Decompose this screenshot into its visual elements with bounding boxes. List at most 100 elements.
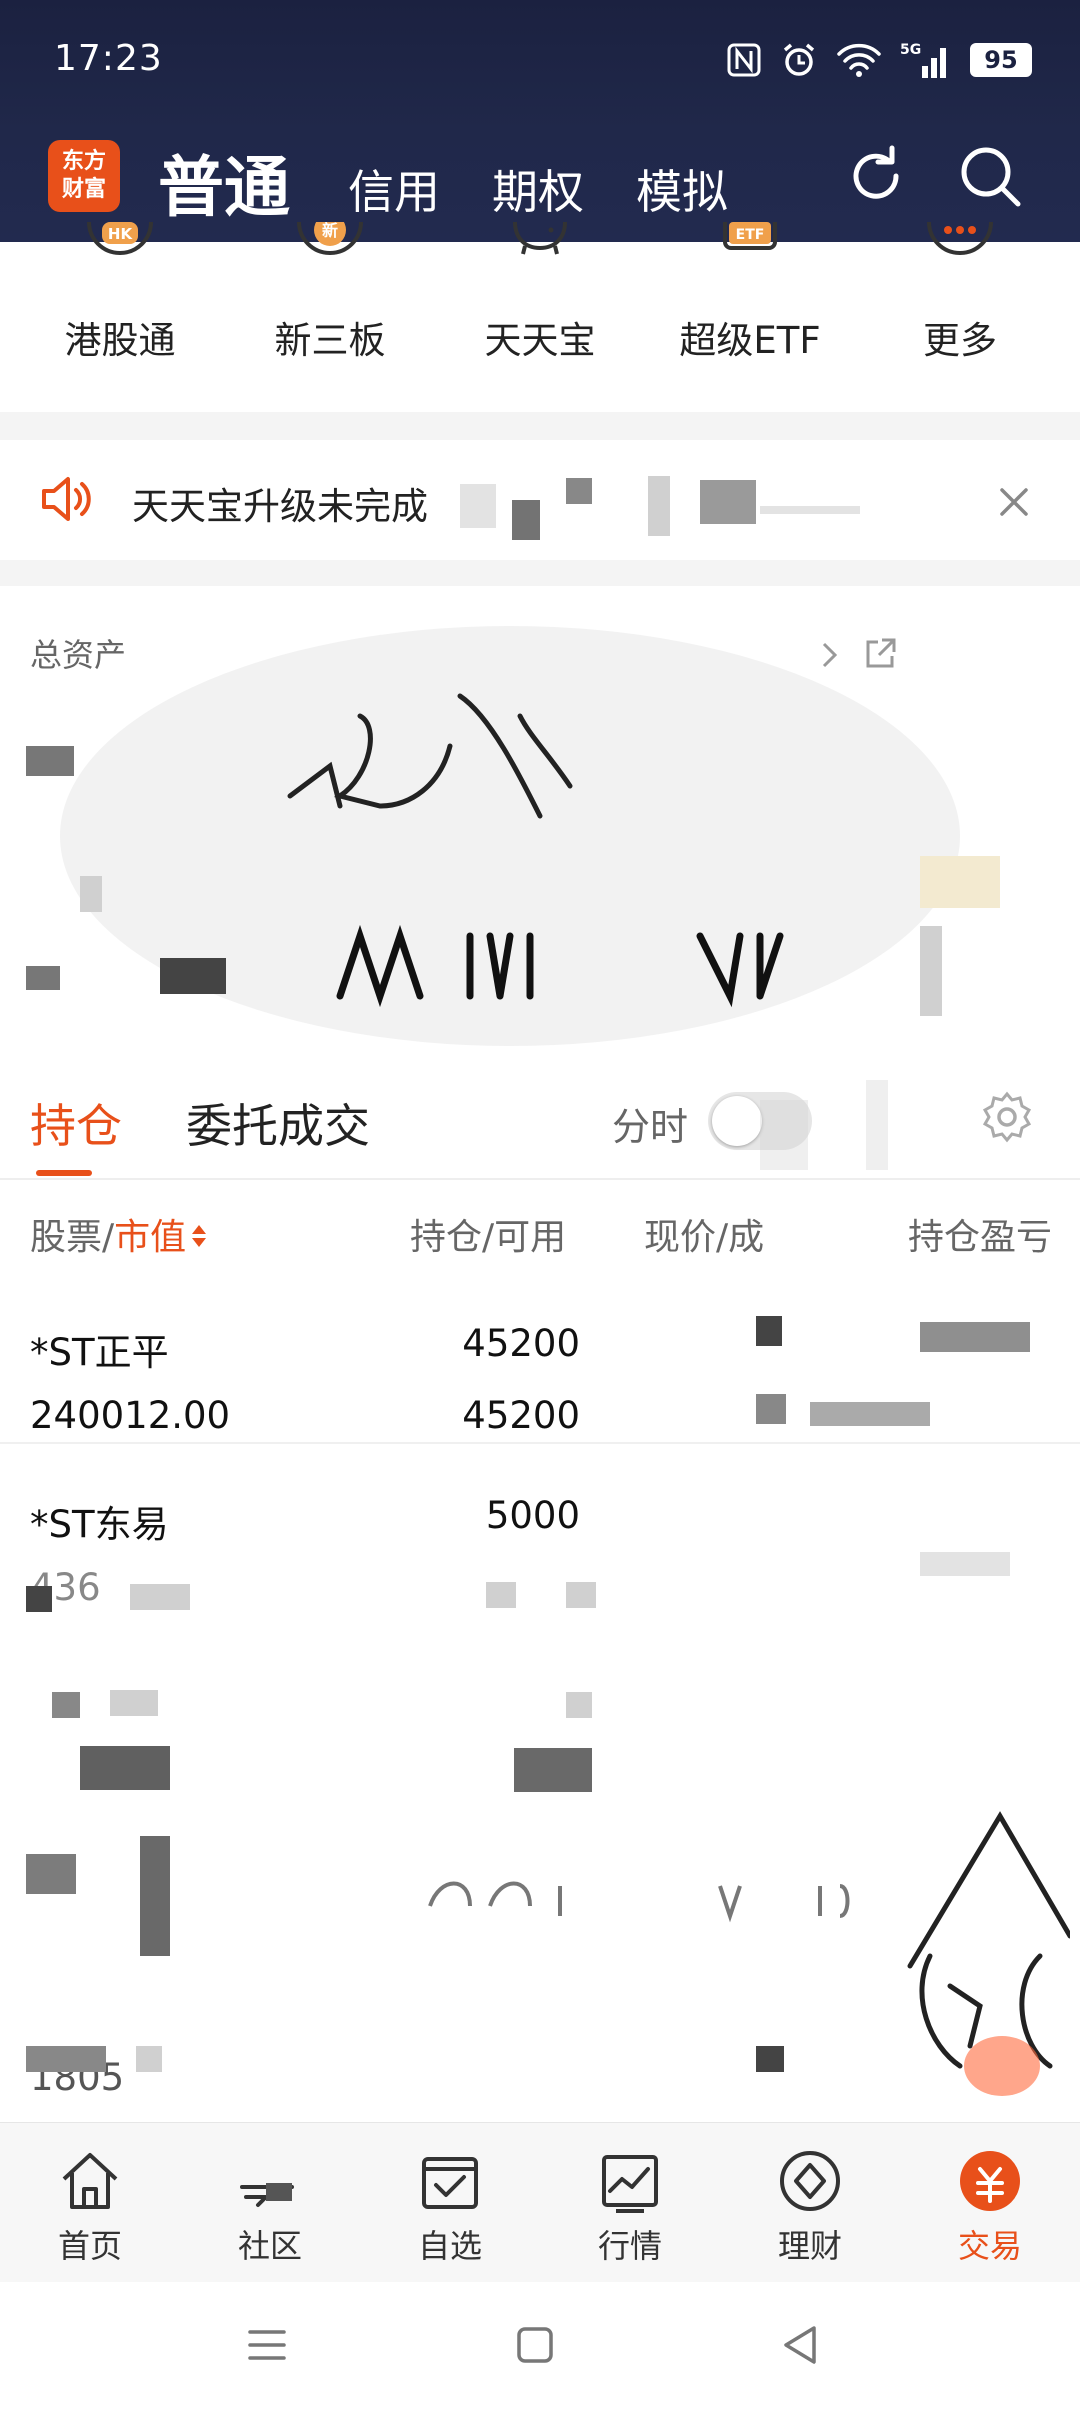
section-divider xyxy=(0,412,1080,440)
quick-entry-label: 超级ETF xyxy=(679,319,821,362)
redacted-block xyxy=(514,1748,592,1792)
tab-options[interactable]: 期权 xyxy=(492,156,584,222)
tab-watchlist[interactable]: 自选 xyxy=(360,2123,540,2283)
redacted-block xyxy=(756,2046,784,2072)
status-time: 17:23 xyxy=(54,38,163,79)
back-icon[interactable] xyxy=(778,2322,824,2372)
redacted-block xyxy=(26,1854,76,1894)
home-square-icon[interactable] xyxy=(512,2322,558,2372)
scribble-mark xyxy=(287,693,573,819)
redacted-block xyxy=(26,1586,52,1612)
table-row[interactable]: *ST东易 436 5000 xyxy=(0,1456,1080,1656)
redacted-block xyxy=(760,1100,808,1170)
available-quantity: 45200 xyxy=(462,1394,580,1437)
tab-trade[interactable]: 交易 xyxy=(900,2123,1080,2283)
chevron-right-icon[interactable] xyxy=(820,640,840,674)
tab-market[interactable]: 行情 xyxy=(540,2123,720,2283)
tab-community[interactable]: 社区 xyxy=(180,2123,360,2283)
toggle-knob xyxy=(712,1096,762,1146)
tab-orders-trades[interactable]: 委托成交 xyxy=(186,1090,370,1156)
section-divider xyxy=(0,560,1080,586)
redacted-block xyxy=(486,1582,516,1608)
close-icon[interactable] xyxy=(994,482,1034,526)
home-icon xyxy=(62,2153,118,2209)
redacted-block xyxy=(80,1746,170,1790)
column-name-stock: 股票/ xyxy=(30,1217,115,1258)
scribble-mark xyxy=(428,1881,850,1923)
more-icon xyxy=(925,222,995,282)
svg-text:新: 新 xyxy=(322,222,338,240)
tab-label: 交易 xyxy=(957,2227,1022,2265)
alarm-icon xyxy=(780,41,818,79)
svg-text:HK: HK xyxy=(108,225,134,243)
tab-normal[interactable]: 普通 xyxy=(158,134,290,230)
column-name-market-value: 市值 xyxy=(114,1217,187,1258)
sort-icon[interactable] xyxy=(190,1219,208,1260)
piggy-bank-icon xyxy=(505,222,575,282)
tab-simulation[interactable]: 模拟 xyxy=(636,156,728,222)
redacted-block xyxy=(160,958,226,994)
redacted-block xyxy=(80,876,102,912)
notice-bar[interactable]: 天天宝升级未完成 xyxy=(0,440,1080,560)
tab-credit[interactable]: 信用 xyxy=(348,156,440,222)
stock-name: *ST东易 xyxy=(30,1503,169,1546)
svg-text:ETF: ETF xyxy=(736,227,765,243)
redacted-block xyxy=(566,1692,592,1718)
redacted-block xyxy=(512,500,540,540)
app-header: 17:23 5G 95 东方 财富 普通 信用 期权 模拟 xyxy=(0,0,1080,242)
assets-title: 总资产 xyxy=(30,636,127,674)
redacted-block xyxy=(756,1394,786,1424)
quick-entry-more[interactable]: 更多 xyxy=(870,222,1050,412)
redacted-block xyxy=(566,478,592,504)
tab-label: 理财 xyxy=(777,2227,842,2265)
redacted-block xyxy=(140,1836,170,1956)
tab-home[interactable]: 首页 xyxy=(0,2123,180,2283)
redacted-block xyxy=(566,1582,596,1608)
quick-entry-super-etf[interactable]: ETF 超级ETF xyxy=(660,222,840,412)
svg-text:5G: 5G xyxy=(900,42,921,58)
toggle-label: 分时 xyxy=(612,1105,689,1149)
redacted-block xyxy=(26,746,74,776)
assets-card[interactable]: 总资产 xyxy=(0,586,1080,1056)
quick-entry-hk[interactable]: HK 港股通 xyxy=(30,222,210,412)
gear-icon[interactable] xyxy=(980,1090,1034,1148)
app-logo[interactable]: 东方 财富 xyxy=(48,140,120,212)
quick-entry-label: 更多 xyxy=(923,319,997,362)
tab-label: 社区 xyxy=(237,2227,302,2265)
column-header-price[interactable]: 现价/成 xyxy=(644,1208,764,1260)
logo-line1: 东方 xyxy=(61,149,106,174)
table-row[interactable]: *ST正平 240012.00 45200 45200 xyxy=(0,1284,1080,1444)
quick-entry-label: 天天宝 xyxy=(484,319,596,362)
column-header-hold[interactable]: 持仓/可用 xyxy=(410,1208,566,1260)
quick-entry-new-board[interactable]: 新 新三板 xyxy=(240,222,420,412)
etf-icon: ETF xyxy=(715,222,785,282)
column-header-pl[interactable]: 持仓盈亏 xyxy=(908,1208,1052,1260)
hk-icon: HK xyxy=(85,222,155,282)
battery-indicator: 95 xyxy=(970,43,1032,77)
external-link-icon[interactable] xyxy=(862,636,898,676)
tab-positions[interactable]: 持仓 xyxy=(30,1090,122,1156)
quick-entry-label: 新三板 xyxy=(274,319,386,362)
logo-line2: 财富 xyxy=(61,177,106,202)
search-icon[interactable] xyxy=(956,142,1026,216)
redacted-block xyxy=(460,484,496,528)
menu-icon[interactable] xyxy=(244,2322,290,2372)
redacted-block xyxy=(920,926,942,1016)
wealth-icon xyxy=(780,2151,840,2211)
quick-entry-tiantianbao[interactable]: 天天宝 xyxy=(450,222,630,412)
hold-quantity: 5000 xyxy=(485,1494,580,1537)
redacted-block xyxy=(866,1080,888,1170)
speaker-icon xyxy=(40,474,94,528)
redacted-block xyxy=(810,1402,930,1426)
quick-entry-row: HK 港股通 新 新三板 天天宝 ETF 超级ETF 更多 xyxy=(0,222,1080,412)
column-header-name[interactable]: 股票/市值 xyxy=(30,1208,208,1260)
refresh-icon[interactable] xyxy=(842,142,910,214)
new-board-icon: 新 xyxy=(295,222,365,282)
tab-wealth[interactable]: 理财 xyxy=(720,2123,900,2283)
table-row[interactable]: 1805 xyxy=(0,1811,1080,2122)
system-navigation-bar xyxy=(0,2282,1080,2412)
tab-label: 自选 xyxy=(417,2227,482,2265)
redacted-block xyxy=(920,1322,1030,1352)
scribble-mark xyxy=(336,924,784,1008)
redacted-block xyxy=(920,856,1000,908)
